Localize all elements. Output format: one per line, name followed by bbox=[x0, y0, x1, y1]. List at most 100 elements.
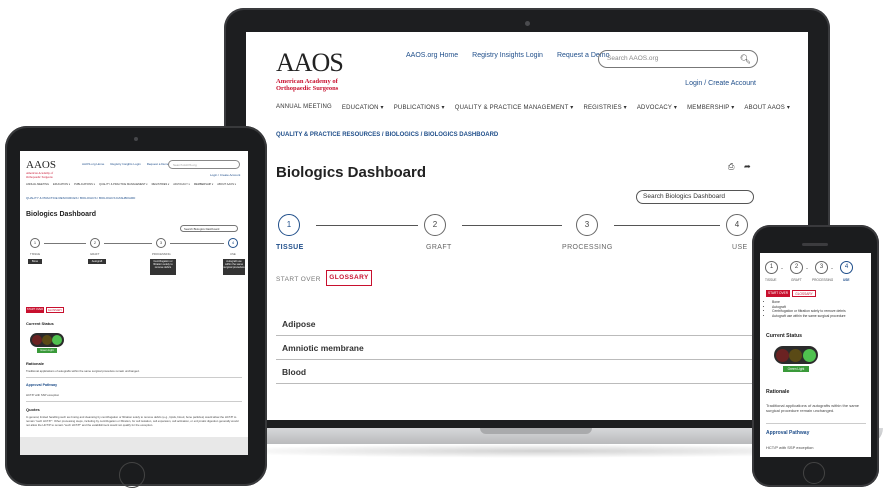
step-1[interactable]: 1 bbox=[765, 261, 778, 274]
step-connector: - bbox=[781, 266, 783, 272]
nav-registries[interactable]: REGISTRIES ▾ bbox=[583, 104, 626, 122]
print-icon[interactable]: ⎙ bbox=[728, 162, 734, 172]
link-aaos-home[interactable]: AAOS.org Home bbox=[82, 162, 104, 166]
glossary-button[interactable]: GLOSSARY bbox=[792, 290, 816, 297]
nav-education[interactable]: EDUCATION ▾ bbox=[342, 104, 384, 122]
list-item[interactable]: Amniotic membrane bbox=[276, 336, 776, 360]
logo-subtitle: American Academy of Orthopaedic Surgeons bbox=[276, 78, 339, 93]
link-aaos-home[interactable]: AAOS.org Home bbox=[406, 52, 458, 59]
selection-chip: Centrifugation or filtration solely to r… bbox=[150, 259, 176, 275]
dashboard-search-input[interactable]: Search Biologics Dashboard bbox=[636, 190, 754, 204]
dashboard-search-placeholder: Search Biologics Dashboard bbox=[184, 227, 220, 231]
nav-membership[interactable]: MEMBERSHIP ▾ bbox=[687, 104, 734, 122]
tablet-screen: AAOS American Academy of Orthopaedic Sur… bbox=[20, 151, 248, 455]
step-label-processing: PROCESSING bbox=[562, 244, 613, 251]
nav-annual-meeting[interactable]: ANNUAL MEETING bbox=[276, 104, 332, 122]
red-light-icon bbox=[32, 335, 42, 345]
step-4[interactable]: 4 bbox=[228, 238, 238, 248]
list-item[interactable]: Adipose bbox=[276, 312, 776, 336]
selection-list: Bone Autograft Centrifugation or filtrat… bbox=[772, 300, 870, 318]
step-connector bbox=[44, 243, 86, 244]
share-icon[interactable]: ➦ bbox=[744, 162, 751, 171]
step-label-graft: GRAFT bbox=[426, 244, 452, 251]
amber-light-icon bbox=[42, 335, 52, 345]
nav-advocacy[interactable]: ADVOCACY ▾ bbox=[173, 183, 190, 186]
nav-about[interactable]: ABOUT AAOS ▾ bbox=[744, 104, 790, 122]
tablet-home-button bbox=[119, 462, 145, 488]
nav-education[interactable]: EDUCATION ▾ bbox=[53, 183, 70, 186]
aaos-logo[interactable]: AAOS American Academy of Orthopaedic Sur… bbox=[276, 48, 344, 93]
login-link[interactable]: Login / Create Account bbox=[685, 80, 756, 87]
step-label-graft: GRAFT bbox=[791, 278, 802, 282]
step-2[interactable]: 2 bbox=[424, 214, 446, 236]
nav-annual-meeting[interactable]: ANNUAL MEETING bbox=[26, 183, 49, 186]
nav-registries[interactable]: REGISTRIES ▾ bbox=[152, 183, 170, 186]
nav-quality-practice[interactable]: QUALITY & PRACTICE MANAGEMENT ▾ bbox=[455, 104, 574, 122]
step-connector: - bbox=[806, 266, 808, 272]
top-links: AAOS.org Home Registry Insights Login Re… bbox=[406, 52, 610, 59]
nav-publications[interactable]: PUBLICATIONS ▾ bbox=[394, 104, 445, 122]
step-2[interactable]: 2 bbox=[90, 238, 100, 248]
site-search-input[interactable]: Search AAOS.org bbox=[168, 160, 240, 169]
link-request-demo[interactable]: Request a Demo bbox=[147, 162, 170, 166]
page-title: Biologics Dashboard bbox=[26, 211, 97, 218]
rationale-heading: Rationale bbox=[26, 361, 45, 366]
selection-chip: Bone bbox=[28, 259, 42, 264]
nav-membership[interactable]: MEMBERSHIP ▾ bbox=[194, 183, 213, 186]
nav-advocacy[interactable]: ADVOCACY ▾ bbox=[637, 104, 677, 122]
step-label-processing: PROCESSING bbox=[812, 278, 834, 282]
phone-screen: 1 - 2 - 3 - 4 TISSUE GRAFT PROCESSING US… bbox=[760, 253, 871, 457]
step-3[interactable]: 3 bbox=[576, 214, 598, 236]
step-1[interactable]: 1 bbox=[278, 214, 300, 236]
logo-mark: AAOS bbox=[276, 48, 344, 77]
step-connector bbox=[614, 225, 720, 226]
step-connector bbox=[170, 243, 224, 244]
current-status-heading: Current Status bbox=[766, 333, 803, 339]
list-item[interactable]: Blood bbox=[276, 360, 776, 384]
start-over-button[interactable]: START OVER bbox=[766, 290, 790, 297]
breadcrumb[interactable]: QUALITY & PRACTICE RESOURCES / BIOLOGICS… bbox=[276, 132, 498, 138]
step-3[interactable]: 3 bbox=[156, 238, 166, 248]
search-icon[interactable]: 🔍︎ bbox=[740, 54, 751, 65]
green-light-icon bbox=[802, 348, 816, 362]
step-1[interactable]: 1 bbox=[30, 238, 40, 248]
quotes-text: In general, limited handling such as rin… bbox=[26, 415, 239, 427]
main-nav: ANNUAL MEETING EDUCATION ▾ PUBLICATIONS … bbox=[26, 183, 236, 186]
dashboard-search-placeholder: Search Biologics Dashboard bbox=[643, 193, 726, 200]
step-connector bbox=[462, 225, 562, 226]
rationale-heading: Rationale bbox=[766, 389, 790, 395]
phone-home-button bbox=[803, 462, 825, 484]
site-search-placeholder: Search AAOS.org bbox=[607, 55, 659, 62]
selection-chip: Autograft bbox=[88, 259, 106, 264]
status-badge: Green Light bbox=[783, 366, 809, 372]
approval-pathway-heading[interactable]: Approval Pathway bbox=[26, 383, 57, 387]
step-label-use: USE bbox=[230, 252, 236, 256]
breadcrumb[interactable]: QUALITY & PRACTICE RESOURCES / BIOLOGICS… bbox=[26, 196, 135, 200]
step-2[interactable]: 2 bbox=[790, 261, 803, 274]
step-label-use: USE bbox=[732, 244, 748, 251]
glossary-button[interactable]: GLOSSARY bbox=[326, 270, 372, 286]
step-label-tissue: TISSUE bbox=[765, 278, 777, 282]
site-search-input[interactable]: Search AAOS.org 🔍︎ bbox=[598, 50, 758, 68]
divider bbox=[766, 423, 866, 424]
step-3[interactable]: 3 bbox=[815, 261, 828, 274]
phone-speaker bbox=[802, 243, 828, 246]
start-over-button[interactable]: START OVER bbox=[276, 276, 321, 283]
aaos-logo[interactable]: AAOS bbox=[26, 159, 56, 171]
step-4[interactable]: 4 bbox=[840, 261, 853, 274]
nav-quality-practice[interactable]: QUALITY & PRACTICE MANAGEMENT ▾ bbox=[99, 183, 148, 186]
approval-pathway-text: HCT/P with SSP exception bbox=[26, 393, 60, 397]
link-registry-login[interactable]: Registry Insights Login bbox=[110, 162, 140, 166]
laptop-screen: AAOS American Academy of Orthopaedic Sur… bbox=[246, 32, 808, 420]
nav-about[interactable]: ABOUT AAOS ▾ bbox=[217, 183, 236, 186]
step-label-use: USE bbox=[843, 278, 850, 282]
glossary-button[interactable]: GLOSSARY bbox=[46, 307, 64, 313]
nav-publications[interactable]: PUBLICATIONS ▾ bbox=[74, 183, 95, 186]
divider bbox=[26, 377, 242, 378]
login-link[interactable]: Login / Create Account bbox=[210, 173, 240, 177]
start-over-button[interactable]: START OVER bbox=[26, 307, 44, 313]
dashboard-search-input[interactable]: Search Biologics Dashboard bbox=[180, 225, 238, 232]
link-registry-login[interactable]: Registry Insights Login bbox=[472, 52, 543, 59]
approval-pathway-heading[interactable]: Approval Pathway bbox=[766, 430, 809, 436]
step-4[interactable]: 4 bbox=[726, 214, 748, 236]
